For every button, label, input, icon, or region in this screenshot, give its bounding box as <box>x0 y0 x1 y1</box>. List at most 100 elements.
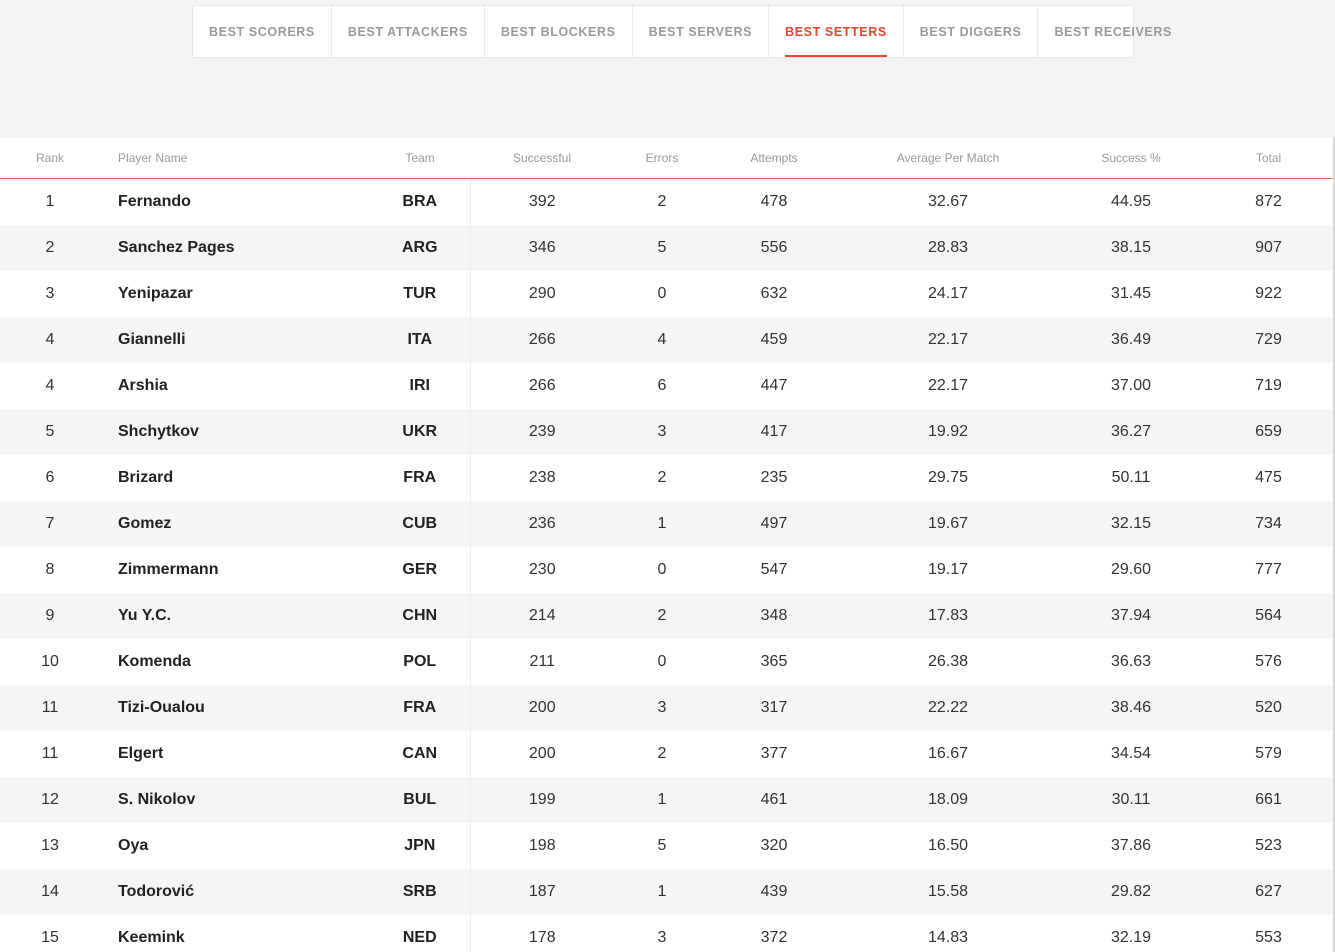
setters-table: Rank Player Name Team Successful Errors Attem… <box>0 138 1333 952</box>
player-name-cell: Fernando <box>118 193 191 210</box>
column-header-total[interactable]: Total <box>1204 138 1333 179</box>
table-row[interactable]: 9 Yu Y.C. CHN 214 2 348 17.83 37.94 564 <box>0 593 1333 639</box>
table-row[interactable]: 12 S. Nikolov BUL 199 1 461 18.09 30.11 661 <box>0 777 1333 823</box>
tab-best-blockers[interactable]: BEST BLOCKERS <box>485 6 633 57</box>
total-cell: 907 <box>1204 225 1333 271</box>
attempts-cell: 235 <box>760 469 788 486</box>
success-percent-cell: 36.63 <box>1110 653 1152 670</box>
player-name-cell: Zimmermann <box>118 561 219 578</box>
rank-cell: 15 <box>41 929 59 946</box>
table-row[interactable]: 6 Brizard FRA 238 2 235 29.75 50.11 475 <box>0 455 1333 501</box>
success-percent-cell: 37.86 <box>1110 837 1152 854</box>
player-name-cell: Brizard <box>118 469 174 486</box>
rank-cell: 14 <box>0 869 100 915</box>
team-cell: POL <box>370 639 471 685</box>
rank-cell: 9 <box>0 593 100 639</box>
team-cell: NED <box>370 915 471 952</box>
rank-cell: 5 <box>0 409 100 455</box>
table-row[interactable]: 11 Tizi-Oualou FRA 200 3 317 22.22 38.46 520 <box>0 685 1333 731</box>
errors-cell: 3 <box>614 685 710 731</box>
attempts-cell: 547 <box>760 561 788 578</box>
average-per-match-cell: 22.17 <box>927 377 969 394</box>
column-header-errors[interactable]: Errors <box>614 138 710 179</box>
team-cell: UKR <box>370 409 471 455</box>
column-header-average-per-match[interactable]: Average Per Match <box>838 138 1058 179</box>
tab-best-setters[interactable]: BEST SETTERS <box>769 6 904 57</box>
page: BEST SCORERS BEST ATTACKERS BEST BLOCKERS B… <box>0 0 1335 952</box>
successful-cell: 199 <box>470 777 614 823</box>
total-cell: 627 <box>1204 869 1333 915</box>
average-per-match-cell: 18.09 <box>838 777 1058 823</box>
average-per-match-cell: 14.83 <box>927 929 969 946</box>
attempts-cell: 497 <box>710 501 838 547</box>
rank-cell: 4 <box>0 317 100 363</box>
table-row[interactable]: 8 Zimmermann GER 230 0 547 19.17 29.60 777 <box>0 547 1333 593</box>
tab-best-servers[interactable]: BEST SERVERS <box>633 6 770 57</box>
attempts-cell: 320 <box>760 837 788 854</box>
attempts-cell: 459 <box>710 317 838 363</box>
total-cell: 553 <box>1255 929 1282 946</box>
table-row[interactable]: 10 Komenda POL 211 0 365 26.38 36.63 576 <box>0 639 1333 685</box>
player-name-cell: Yenipazar <box>118 285 193 302</box>
total-cell: 922 <box>1255 285 1282 302</box>
successful-cell: 392 <box>528 193 556 210</box>
errors-cell: 1 <box>614 501 710 547</box>
success-percent-cell: 29.82 <box>1058 869 1204 915</box>
success-percent-cell: 38.15 <box>1058 225 1204 271</box>
column-header-success-percent[interactable]: Success % <box>1058 138 1204 179</box>
attempts-cell: 372 <box>760 929 788 946</box>
total-cell: 661 <box>1204 777 1333 823</box>
column-header-successful[interactable]: Successful <box>470 138 614 179</box>
table-row[interactable]: 4 Arshia IRI 266 6 447 22.17 37.00 719 <box>0 363 1333 409</box>
total-cell: 734 <box>1204 501 1333 547</box>
tab-best-attackers[interactable]: BEST ATTACKERS <box>332 6 485 57</box>
average-per-match-cell: 32.67 <box>927 193 969 210</box>
team-cell: BRA <box>370 178 471 225</box>
average-per-match-cell: 15.58 <box>838 869 1058 915</box>
tab-best-diggers[interactable]: BEST DIGGERS <box>904 6 1039 57</box>
errors-cell: 3 <box>657 929 667 946</box>
player-name-cell: Arshia <box>118 377 168 394</box>
tab-best-receivers[interactable]: BEST RECEIVERS <box>1038 6 1187 57</box>
total-cell: 729 <box>1204 317 1333 363</box>
successful-cell: 187 <box>470 869 614 915</box>
column-header-player-name[interactable]: Player Name <box>100 138 370 179</box>
total-cell: 576 <box>1255 653 1282 670</box>
average-per-match-cell: 19.17 <box>927 561 969 578</box>
table-row[interactable]: 11 Elgert CAN 200 2 377 16.67 34.54 579 <box>0 731 1333 777</box>
table-row[interactable]: 14 Todorović SRB 187 1 439 15.58 29.82 627 <box>0 869 1333 915</box>
table-row[interactable]: 1 Fernando BRA 392 2 478 32.67 44.95 872 <box>0 178 1333 225</box>
table-row[interactable]: 15 Keemink NED 178 3 372 14.83 32.19 553 <box>0 915 1333 952</box>
team-cell: JPN <box>370 823 471 869</box>
table-header: Rank Player Name Team Successful Errors Attem… <box>0 138 1333 179</box>
table-row[interactable]: 7 Gomez CUB 236 1 497 19.67 32.15 734 <box>0 501 1333 547</box>
table-row[interactable]: 3 Yenipazar TUR 290 0 632 24.17 31.45 922 <box>0 271 1333 317</box>
player-name-cell: Tizi-Oualou <box>100 685 370 731</box>
attempts-cell: 348 <box>710 593 838 639</box>
average-per-match-cell: 29.75 <box>927 469 969 486</box>
successful-cell: 238 <box>528 469 556 486</box>
column-header-rank[interactable]: Rank <box>0 138 100 179</box>
success-percent-cell: 30.11 <box>1058 777 1204 823</box>
errors-cell: 5 <box>657 837 667 854</box>
player-name-cell: Shchytkov <box>100 409 370 455</box>
table-row[interactable]: 2 Sanchez Pages ARG 346 5 556 28.83 38.15 907 <box>0 225 1333 271</box>
average-per-match-cell: 16.50 <box>927 837 969 854</box>
header-row: Rank Player Name Team Successful Errors Attem… <box>0 138 1333 179</box>
table-row[interactable]: 5 Shchytkov UKR 239 3 417 19.92 36.27 659 <box>0 409 1333 455</box>
total-cell: 475 <box>1255 469 1282 486</box>
table-row[interactable]: 13 Oya JPN 198 5 320 16.50 37.86 523 <box>0 823 1333 869</box>
successful-cell: 198 <box>528 837 556 854</box>
player-name-cell: Keemink <box>118 929 185 946</box>
success-percent-cell: 31.45 <box>1110 285 1152 302</box>
column-header-team[interactable]: Team <box>370 138 470 179</box>
success-percent-cell: 44.95 <box>1110 193 1152 210</box>
tab-best-scorers[interactable]: BEST SCORERS <box>193 6 332 57</box>
setters-table-container: Rank Player Name Team Successful Errors Attem… <box>0 138 1333 952</box>
column-header-attempts[interactable]: Attempts <box>710 138 838 179</box>
errors-cell: 2 <box>614 593 710 639</box>
successful-cell: 266 <box>528 377 556 394</box>
player-name-cell: Oya <box>118 837 149 854</box>
player-name-cell: Komenda <box>118 653 191 670</box>
table-row[interactable]: 4 Giannelli ITA 266 4 459 22.17 36.49 729 <box>0 317 1333 363</box>
